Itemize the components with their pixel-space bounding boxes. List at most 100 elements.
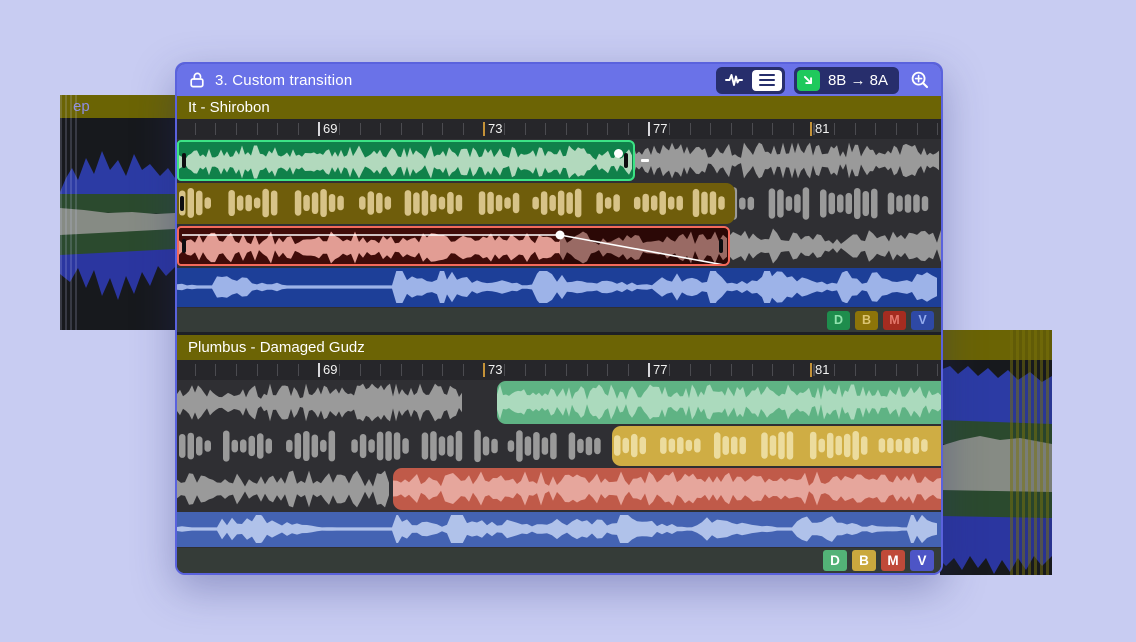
automation-dot[interactable] <box>614 149 623 158</box>
ruler-tick <box>752 123 753 135</box>
ruler-tick <box>380 123 381 135</box>
ruler-tick <box>525 123 526 135</box>
stem-badge-V[interactable]: V <box>911 311 934 330</box>
list-view-button[interactable] <box>752 70 782 91</box>
ruler-tick <box>834 364 835 376</box>
ruler-tick <box>215 123 216 135</box>
stem-badge-strip: DBMV <box>177 548 941 573</box>
stem-row-melody[interactable] <box>177 467 941 511</box>
trim-handle-right[interactable] <box>624 153 628 167</box>
stem-row-melody[interactable] <box>177 225 941 267</box>
ruler-tick <box>855 123 856 135</box>
ruler-tick <box>463 364 464 376</box>
ruler-beat-mark <box>483 363 485 377</box>
ruler-label: 81 <box>815 362 829 377</box>
ruler-tick <box>772 123 773 135</box>
track-panel-top: It - Shirobon 69737781 DBMV <box>177 96 941 332</box>
key-transition-button[interactable] <box>797 70 820 91</box>
stem-region-drums[interactable] <box>177 140 635 181</box>
ruler-tick <box>422 123 423 135</box>
ruler-tick <box>545 364 546 376</box>
ruler-tick <box>566 123 567 135</box>
texture-stripes <box>1010 330 1052 575</box>
timeline-ruler[interactable]: 69737781 <box>177 119 941 139</box>
stem-badge-M[interactable]: M <box>881 550 905 571</box>
stem-region-vocals[interactable] <box>177 512 941 547</box>
trim-handle-left[interactable] <box>180 196 184 212</box>
stem-region-drums[interactable] <box>497 381 941 424</box>
waveform <box>179 145 633 179</box>
waveform <box>612 429 941 462</box>
ruler-beat-mark <box>810 363 812 377</box>
stem-badge-B[interactable]: B <box>852 550 876 571</box>
ruler-tick <box>215 364 216 376</box>
ruler-tick <box>793 123 794 135</box>
screenshot-canvas: ep 3. Custom transition <box>0 0 1136 642</box>
waveform <box>177 428 610 464</box>
ruler-tick <box>896 364 897 376</box>
ruler-tick <box>607 364 608 376</box>
ruler-tick <box>917 123 918 135</box>
trim-handle-left[interactable] <box>182 153 186 167</box>
ruler-label: 77 <box>653 121 667 136</box>
waveform <box>177 515 941 543</box>
ruler-tick <box>731 123 732 135</box>
stem-row-bass[interactable] <box>177 182 941 225</box>
ruler-tick <box>236 123 237 135</box>
arrow-down-right-icon <box>801 73 815 87</box>
stem-region-melody[interactable] <box>177 226 730 266</box>
ruler-tick <box>875 364 876 376</box>
stem-badge-M[interactable]: M <box>883 311 906 330</box>
waveform-view-button[interactable] <box>719 70 749 91</box>
ruler-label: 81 <box>815 121 829 136</box>
background-overview-right <box>940 330 1052 575</box>
timeline-ruler[interactable]: 69737781 <box>177 360 941 380</box>
stem-rows <box>177 139 941 308</box>
ruler-tick <box>504 364 505 376</box>
stem-region-melody[interactable] <box>393 468 941 510</box>
key-transition-group[interactable]: 8B → 8A <box>794 67 899 94</box>
ruler-tick <box>772 364 773 376</box>
ruler-tick <box>855 364 856 376</box>
waveform <box>177 186 735 220</box>
ruler-tick <box>669 123 670 135</box>
stem-region-bass[interactable] <box>177 183 735 224</box>
stem-row-bass[interactable] <box>177 425 941 467</box>
track-panel-bottom: Plumbus - Damaged Gudz 69737781 DBMV <box>177 335 941 573</box>
stem-badge-B[interactable]: B <box>855 311 878 330</box>
ruler-tick <box>360 364 361 376</box>
ruler-tick <box>669 364 670 376</box>
track-title: It - Shirobon <box>188 99 270 116</box>
ruler-label: 77 <box>653 362 667 377</box>
ruler-beat-mark <box>318 363 320 377</box>
stem-badge-V[interactable]: V <box>910 550 934 571</box>
trim-handle-left[interactable] <box>182 239 186 253</box>
stem-row-drums[interactable] <box>177 380 941 425</box>
waveform <box>393 471 941 506</box>
stem-badge-D[interactable]: D <box>823 550 847 571</box>
stem-badge-strip: DBMV <box>177 308 941 332</box>
ruler-tick <box>607 123 608 135</box>
ruler-tick <box>545 123 546 135</box>
zoom-in-button[interactable] <box>908 68 932 92</box>
ruler-beat-mark <box>648 122 650 136</box>
trim-handle-right[interactable] <box>719 239 723 253</box>
ruler-tick <box>463 123 464 135</box>
stem-region-vocals[interactable] <box>177 268 941 307</box>
ruler-tick <box>504 123 505 135</box>
unlock-icon <box>188 71 206 89</box>
waveform <box>177 383 462 422</box>
stem-region-bass[interactable] <box>612 426 941 466</box>
ruler-beat-mark <box>318 122 320 136</box>
stem-row-drums[interactable] <box>177 139 941 182</box>
ruler-tick <box>236 364 237 376</box>
stem-row-vocals[interactable] <box>177 267 941 308</box>
ruler-tick <box>298 123 299 135</box>
stem-row-vocals[interactable] <box>177 511 941 548</box>
volume-automation[interactable] <box>179 228 728 266</box>
ruler-tick <box>257 364 258 376</box>
ruler-tick <box>339 123 340 135</box>
ruler-tick <box>917 364 918 376</box>
stem-badge-D[interactable]: D <box>827 311 850 330</box>
ruler-tick <box>401 123 402 135</box>
